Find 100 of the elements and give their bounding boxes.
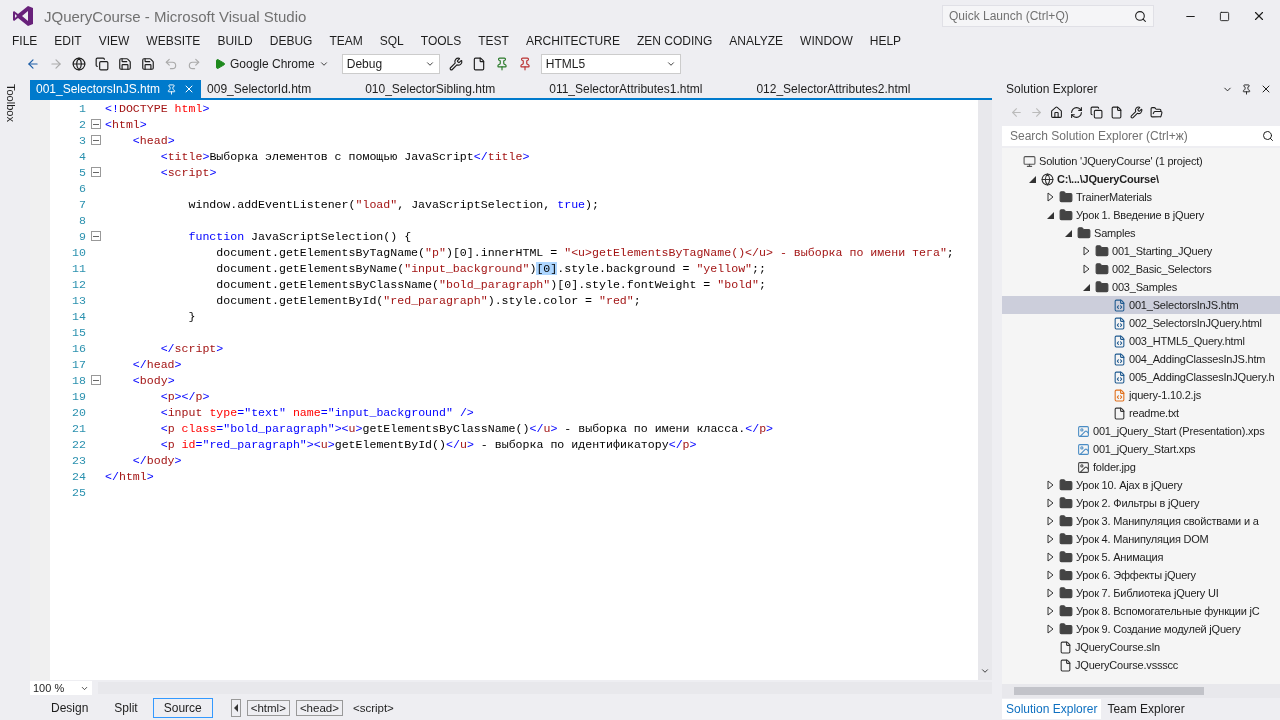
tree-item[interactable]: 001_jQuery_Start.xps [1002,440,1280,458]
menu-item[interactable]: ZEN CODING [630,34,719,48]
breadcrumb-item[interactable]: <head> [295,700,343,716]
menu-item[interactable]: ARCHITECTURE [519,34,626,48]
pin-icon[interactable] [517,57,532,71]
tree-item[interactable]: 003_HTML5_Query.html [1002,332,1280,350]
collapsed-arrow-icon[interactable] [1082,246,1090,256]
tree-item[interactable]: Samples [1002,224,1280,242]
tree-item[interactable]: Урок 5. Анимация [1002,548,1280,566]
zoom-dropdown[interactable]: 100 % [30,681,92,695]
schema-dropdown[interactable]: HTML5 [540,54,681,74]
tree-item[interactable]: Solution 'JQueryCourse' (1 project) [1002,152,1280,170]
menu-item[interactable]: EDIT [48,34,88,48]
tree-item[interactable]: 002_Basic_Selectors [1002,260,1280,278]
menu-item[interactable]: BUILD [211,34,259,48]
view-button[interactable]: Design [40,698,100,718]
tree-item[interactable]: 005_AddingClassesInJQuery.h [1002,368,1280,386]
view-button[interactable]: Source [152,698,213,718]
tree-item[interactable]: 001_SelectorsInJS.htm [1002,296,1280,314]
collapsed-arrow-icon[interactable] [1046,570,1054,580]
quick-launch-field[interactable]: Quick Launch (Ctrl+Q) [942,5,1154,27]
tree-item[interactable]: 001_Starting_JQuery [1002,242,1280,260]
collapse-icon[interactable] [90,231,101,241]
globe-icon[interactable] [72,57,86,71]
collapsed-arrow-icon[interactable] [1046,192,1054,202]
collapsed-arrow-icon[interactable] [1046,624,1054,634]
back-icon[interactable] [26,57,40,71]
folder-icon[interactable] [1150,105,1163,119]
panel-tab[interactable]: Solution Explorer [1002,699,1102,719]
menu-item[interactable]: WINDOW [794,34,859,48]
close-icon[interactable] [1260,83,1272,95]
document-tab[interactable]: 012_SelectorAttributes2.html [750,80,917,98]
collapsed-arrow-icon[interactable] [1046,534,1054,544]
pin-icon[interactable] [494,57,509,71]
collapsed-arrow-icon[interactable] [1046,606,1054,616]
menu-item[interactable]: SQL [373,34,410,48]
copy-icon[interactable] [1090,105,1103,119]
expanded-arrow-icon[interactable] [1082,283,1090,291]
collapsed-arrow-icon[interactable] [1082,264,1090,274]
refresh-icon[interactable] [1070,105,1083,119]
tree-item[interactable]: C:\...\JQueryCourse\ [1002,170,1280,188]
collapse-icon[interactable] [90,375,101,385]
tree-item[interactable]: Урок 4. Манипуляция DOM [1002,530,1280,548]
collapse-icon[interactable] [90,135,101,145]
tree-item[interactable]: Урок 3. Манипуляция свойствами и а [1002,512,1280,530]
save-all-icon[interactable] [141,57,155,71]
collapsed-arrow-icon[interactable] [1046,516,1054,526]
menu-item[interactable]: WEBSITE [140,34,207,48]
tree-item[interactable]: JQueryCourse.sln [1002,638,1280,656]
tree-item[interactable]: Урок 7. Библиотека jQuery UI [1002,584,1280,602]
tree-item[interactable]: 004_AddingClassesInJS.htm [1002,350,1280,368]
maximize-icon[interactable] [1219,10,1230,22]
expanded-arrow-icon[interactable] [1046,211,1054,219]
page-icon[interactable] [1110,105,1123,119]
menu-item[interactable]: FILE [6,34,44,48]
menu-item[interactable]: HELP [863,34,908,48]
tree-item[interactable]: TrainerMaterials [1002,188,1280,206]
breadcrumb-item[interactable]: <script> [348,700,398,716]
collapsed-arrow-icon[interactable] [1046,498,1054,508]
toolbox-tab[interactable]: Toolbox [5,84,17,720]
document-tab[interactable]: 009_SelectorId.htm [201,80,318,98]
tree-item[interactable]: 002_SelectorsInJQuery.html [1002,314,1280,332]
document-tab[interactable]: 001_SelectorsInJS.htm [30,80,202,98]
tree-item[interactable]: Урок 1. Введение в jQuery [1002,206,1280,224]
wrench-icon[interactable] [1130,105,1143,119]
tree-item[interactable]: readme.txt [1002,404,1280,422]
tree-item[interactable]: jquery-1.10.2.js [1002,386,1280,404]
wrench-icon[interactable] [448,57,463,71]
copy-icon[interactable] [95,57,109,71]
tree-item[interactable]: Урок 2. Фильтры в jQuery [1002,494,1280,512]
run-button[interactable]: Google Chrome [210,57,333,71]
configuration-dropdown[interactable]: Debug [341,54,440,74]
expanded-arrow-icon[interactable] [1064,229,1072,237]
collapse-icon[interactable] [90,119,101,129]
menu-item[interactable]: TOOLS [414,34,468,48]
menu-item[interactable]: TEST [472,34,515,48]
save-icon[interactable] [118,57,132,71]
scroll-down-icon[interactable] [980,666,990,676]
breadcrumb-item[interactable]: <html> [246,700,290,716]
tree-item[interactable]: folder.jpg [1002,458,1280,476]
tree-item[interactable]: Урок 9. Создание модулей jQuery [1002,620,1280,638]
scrollbar-thumb[interactable] [1014,687,1204,695]
page-icon[interactable] [471,57,486,71]
pin-icon[interactable] [166,83,178,95]
tree-item[interactable]: Урок 6. Эффекты jQuery [1002,566,1280,584]
collapsed-arrow-icon[interactable] [1046,588,1054,598]
menu-item[interactable]: ANALYZE [723,34,790,48]
expanded-arrow-icon[interactable] [1028,175,1036,183]
menu-item[interactable]: TEAM [323,34,369,48]
document-tab[interactable]: 011_SelectorAttributes1.html [543,80,709,98]
collapsed-arrow-icon[interactable] [1046,480,1054,490]
collapse-icon[interactable] [90,167,101,177]
panel-tab[interactable]: Team Explorer [1103,699,1189,719]
menu-item[interactable]: DEBUG [263,34,319,48]
close-icon[interactable] [1252,9,1266,23]
menu-item[interactable]: VIEW [92,34,136,48]
tree-item[interactable]: Урок 8. Вспомогательные функции jC [1002,602,1280,620]
collapsed-arrow-icon[interactable] [1046,552,1054,562]
view-button[interactable]: Split [103,698,149,718]
document-tab[interactable]: 010_SelectorSibling.htm [359,80,502,98]
